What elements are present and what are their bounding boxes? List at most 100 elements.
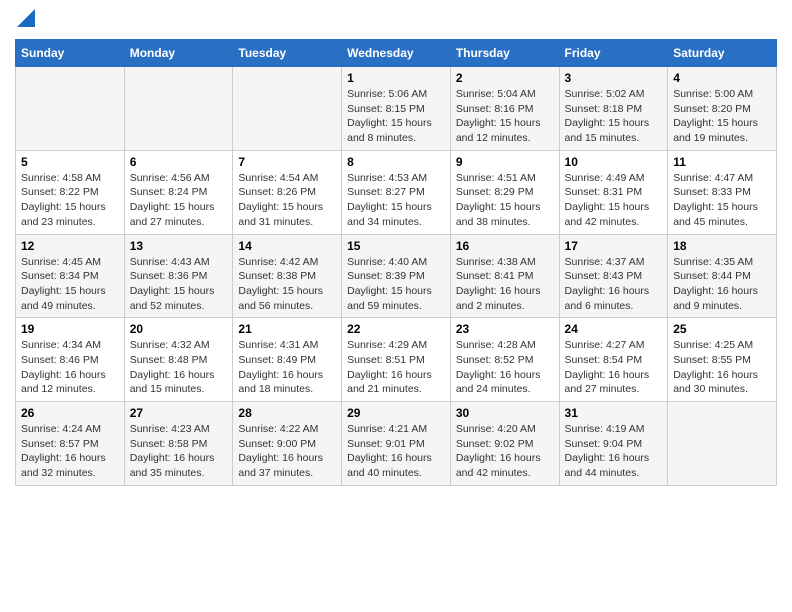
day-number: 3 [565,71,663,85]
week-row-5: 26 Sunrise: 4:24 AMSunset: 8:57 PMDayligh… [16,402,777,486]
day-cell: 18 Sunrise: 4:35 AMSunset: 8:44 PMDayligh… [668,234,777,318]
day-number: 1 [347,71,445,85]
day-info: Sunrise: 4:56 AMSunset: 8:24 PMDaylight:… [130,171,228,230]
day-info: Sunrise: 4:28 AMSunset: 8:52 PMDaylight:… [456,338,554,397]
day-cell: 4 Sunrise: 5:00 AMSunset: 8:20 PMDaylight… [668,67,777,151]
day-info: Sunrise: 4:25 AMSunset: 8:55 PMDaylight:… [673,338,771,397]
day-number: 11 [673,155,771,169]
day-info: Sunrise: 4:49 AMSunset: 8:31 PMDaylight:… [565,171,663,230]
week-row-2: 5 Sunrise: 4:58 AMSunset: 8:22 PMDaylight… [16,150,777,234]
day-number: 10 [565,155,663,169]
day-info: Sunrise: 5:00 AMSunset: 8:20 PMDaylight:… [673,87,771,146]
day-info: Sunrise: 4:31 AMSunset: 8:49 PMDaylight:… [238,338,336,397]
day-cell [124,67,233,151]
header-row: SundayMondayTuesdayWednesdayThursdayFrid… [16,40,777,67]
day-info: Sunrise: 4:53 AMSunset: 8:27 PMDaylight:… [347,171,445,230]
calendar-table: SundayMondayTuesdayWednesdayThursdayFrid… [15,39,777,486]
day-info: Sunrise: 4:42 AMSunset: 8:38 PMDaylight:… [238,255,336,314]
day-number: 30 [456,406,554,420]
day-info: Sunrise: 4:34 AMSunset: 8:46 PMDaylight:… [21,338,119,397]
day-cell [668,402,777,486]
day-number: 15 [347,239,445,253]
day-info: Sunrise: 4:19 AMSunset: 9:04 PMDaylight:… [565,422,663,481]
day-number: 5 [21,155,119,169]
day-number: 22 [347,322,445,336]
day-cell: 22 Sunrise: 4:29 AMSunset: 8:51 PMDayligh… [342,318,451,402]
day-number: 20 [130,322,228,336]
day-number: 29 [347,406,445,420]
day-cell: 14 Sunrise: 4:42 AMSunset: 8:38 PMDayligh… [233,234,342,318]
day-info: Sunrise: 4:47 AMSunset: 8:33 PMDaylight:… [673,171,771,230]
day-info: Sunrise: 4:32 AMSunset: 8:48 PMDaylight:… [130,338,228,397]
day-info: Sunrise: 4:54 AMSunset: 8:26 PMDaylight:… [238,171,336,230]
day-info: Sunrise: 4:22 AMSunset: 9:00 PMDaylight:… [238,422,336,481]
day-number: 17 [565,239,663,253]
day-cell: 27Sunrise: 4:23 AMSunset: 8:58 PMDayligh… [124,402,233,486]
day-cell: 17 Sunrise: 4:37 AMSunset: 8:43 PMDayligh… [559,234,668,318]
day-cell: 26 Sunrise: 4:24 AMSunset: 8:57 PMDayligh… [16,402,125,486]
day-number: 19 [21,322,119,336]
day-cell: 15 Sunrise: 4:40 AMSunset: 8:39 PMDayligh… [342,234,451,318]
col-header-thursday: Thursday [450,40,559,67]
day-info: Sunrise: 4:51 AMSunset: 8:29 PMDaylight:… [456,171,554,230]
day-number: 14 [238,239,336,253]
day-number: 23 [456,322,554,336]
day-cell: 29Sunrise: 4:21 AMSunset: 9:01 PMDayligh… [342,402,451,486]
col-header-wednesday: Wednesday [342,40,451,67]
col-header-tuesday: Tuesday [233,40,342,67]
day-number: 27 [130,406,228,420]
day-info: Sunrise: 4:29 AMSunset: 8:51 PMDaylight:… [347,338,445,397]
col-header-saturday: Saturday [668,40,777,67]
day-cell [233,67,342,151]
day-cell: 28Sunrise: 4:22 AMSunset: 9:00 PMDayligh… [233,402,342,486]
day-info: Sunrise: 4:38 AMSunset: 8:41 PMDaylight:… [456,255,554,314]
day-cell: 10 Sunrise: 4:49 AMSunset: 8:31 PMDayligh… [559,150,668,234]
day-cell [16,67,125,151]
day-cell: 6 Sunrise: 4:56 AMSunset: 8:24 PMDaylight… [124,150,233,234]
week-row-4: 19 Sunrise: 4:34 AMSunset: 8:46 PMDayligh… [16,318,777,402]
day-cell: 9 Sunrise: 4:51 AMSunset: 8:29 PMDaylight… [450,150,559,234]
day-cell: 3 Sunrise: 5:02 AMSunset: 8:18 PMDaylight… [559,67,668,151]
day-info: Sunrise: 4:27 AMSunset: 8:54 PMDaylight:… [565,338,663,397]
day-number: 25 [673,322,771,336]
day-number: 13 [130,239,228,253]
day-number: 8 [347,155,445,169]
day-info: Sunrise: 4:24 AMSunset: 8:57 PMDaylight:… [21,422,119,481]
day-info: Sunrise: 4:43 AMSunset: 8:36 PMDaylight:… [130,255,228,314]
logo-triangle-icon [17,9,35,27]
day-cell: 24Sunrise: 4:27 AMSunset: 8:54 PMDayligh… [559,318,668,402]
day-info: Sunrise: 5:06 AMSunset: 8:15 PMDaylight:… [347,87,445,146]
day-number: 9 [456,155,554,169]
day-number: 16 [456,239,554,253]
day-info: Sunrise: 4:58 AMSunset: 8:22 PMDaylight:… [21,171,119,230]
day-info: Sunrise: 5:04 AMSunset: 8:16 PMDaylight:… [456,87,554,146]
week-row-1: 1 Sunrise: 5:06 AMSunset: 8:15 PMDaylight… [16,67,777,151]
col-header-sunday: Sunday [16,40,125,67]
day-info: Sunrise: 4:37 AMSunset: 8:43 PMDaylight:… [565,255,663,314]
day-cell: 1 Sunrise: 5:06 AMSunset: 8:15 PMDaylight… [342,67,451,151]
day-info: Sunrise: 4:20 AMSunset: 9:02 PMDaylight:… [456,422,554,481]
day-cell: 19 Sunrise: 4:34 AMSunset: 8:46 PMDayligh… [16,318,125,402]
col-header-friday: Friday [559,40,668,67]
day-cell: 23 Sunrise: 4:28 AMSunset: 8:52 PMDayligh… [450,318,559,402]
day-number: 26 [21,406,119,420]
day-number: 18 [673,239,771,253]
day-number: 4 [673,71,771,85]
col-header-monday: Monday [124,40,233,67]
day-cell: 16 Sunrise: 4:38 AMSunset: 8:41 PMDayligh… [450,234,559,318]
day-cell: 31Sunrise: 4:19 AMSunset: 9:04 PMDayligh… [559,402,668,486]
page-header [15,15,777,27]
day-info: Sunrise: 4:35 AMSunset: 8:44 PMDaylight:… [673,255,771,314]
day-info: Sunrise: 4:45 AMSunset: 8:34 PMDaylight:… [21,255,119,314]
day-cell: 21 Sunrise: 4:31 AMSunset: 8:49 PMDayligh… [233,318,342,402]
day-number: 6 [130,155,228,169]
day-cell: 13 Sunrise: 4:43 AMSunset: 8:36 PMDayligh… [124,234,233,318]
day-info: Sunrise: 5:02 AMSunset: 8:18 PMDaylight:… [565,87,663,146]
day-cell: 7 Sunrise: 4:54 AMSunset: 8:26 PMDaylight… [233,150,342,234]
day-number: 21 [238,322,336,336]
day-number: 7 [238,155,336,169]
day-cell: 8 Sunrise: 4:53 AMSunset: 8:27 PMDaylight… [342,150,451,234]
day-info: Sunrise: 4:40 AMSunset: 8:39 PMDaylight:… [347,255,445,314]
week-row-3: 12Sunrise: 4:45 AMSunset: 8:34 PMDayligh… [16,234,777,318]
day-number: 2 [456,71,554,85]
